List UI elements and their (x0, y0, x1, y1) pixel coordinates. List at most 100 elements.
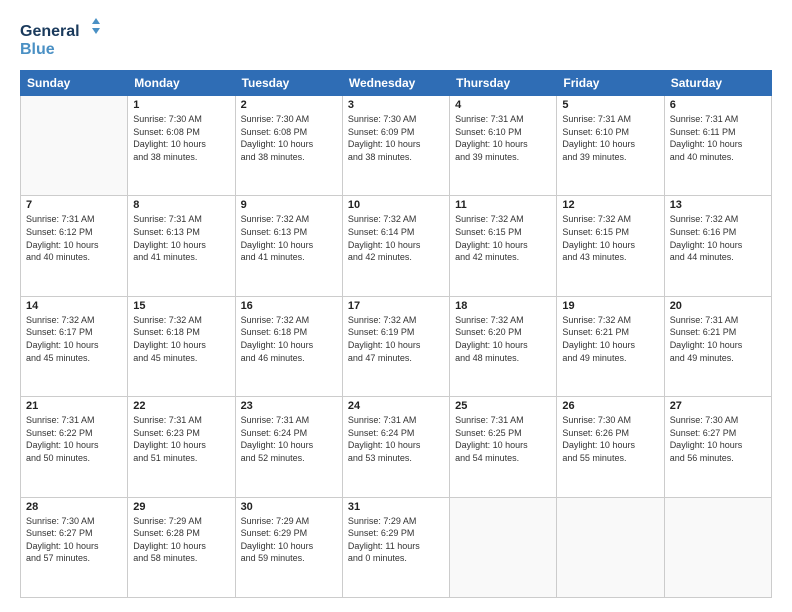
cell-info: Sunrise: 7:31 AM Sunset: 6:21 PM Dayligh… (670, 314, 766, 364)
calendar-cell: 17 Sunrise: 7:32 AM Sunset: 6:19 PM Dayli… (342, 296, 449, 396)
day-number: 10 (348, 199, 444, 211)
cell-info: Sunrise: 7:30 AM Sunset: 6:09 PM Dayligh… (348, 113, 444, 163)
day-number: 4 (455, 99, 551, 111)
cell-info: Sunrise: 7:31 AM Sunset: 6:12 PM Dayligh… (26, 213, 122, 263)
calendar-cell: 3 Sunrise: 7:30 AM Sunset: 6:09 PM Daylig… (342, 96, 449, 196)
header: General Blue (20, 18, 772, 60)
day-number: 6 (670, 99, 766, 111)
cell-info: Sunrise: 7:31 AM Sunset: 6:10 PM Dayligh… (562, 113, 658, 163)
cell-info: Sunrise: 7:32 AM Sunset: 6:15 PM Dayligh… (455, 213, 551, 263)
calendar-cell: 14 Sunrise: 7:32 AM Sunset: 6:17 PM Dayli… (21, 296, 128, 396)
logo-block: General Blue (20, 18, 100, 60)
calendar-cell: 28 Sunrise: 7:30 AM Sunset: 6:27 PM Dayli… (21, 497, 128, 597)
week-row-1: 7 Sunrise: 7:31 AM Sunset: 6:12 PM Daylig… (21, 196, 772, 296)
day-number: 7 (26, 199, 122, 211)
cell-info: Sunrise: 7:32 AM Sunset: 6:20 PM Dayligh… (455, 314, 551, 364)
day-number: 8 (133, 199, 229, 211)
day-number: 5 (562, 99, 658, 111)
cell-info: Sunrise: 7:30 AM Sunset: 6:08 PM Dayligh… (241, 113, 337, 163)
calendar-cell (21, 96, 128, 196)
cell-info: Sunrise: 7:31 AM Sunset: 6:13 PM Dayligh… (133, 213, 229, 263)
calendar-cell: 20Sunrise: 7:31 AM Sunset: 6:21 PM Dayli… (664, 296, 771, 396)
calendar-cell: 26Sunrise: 7:30 AM Sunset: 6:26 PM Dayli… (557, 397, 664, 497)
col-header-monday: Monday (128, 71, 235, 96)
col-header-friday: Friday (557, 71, 664, 96)
day-number: 15 (133, 300, 229, 312)
calendar-cell: 13 Sunrise: 7:32 AM Sunset: 6:16 PM Dayli… (664, 196, 771, 296)
svg-text:Blue: Blue (20, 41, 55, 58)
calendar-cell: 31 Sunrise: 7:29 AM Sunset: 6:29 PM Dayli… (342, 497, 449, 597)
cell-info: Sunrise: 7:32 AM Sunset: 6:14 PM Dayligh… (348, 213, 444, 263)
cell-info: Sunrise: 7:32 AM Sunset: 6:18 PM Dayligh… (241, 314, 337, 364)
cell-info: Sunrise: 7:31 AM Sunset: 6:10 PM Dayligh… (455, 113, 551, 163)
day-number: 18 (455, 300, 551, 312)
calendar-cell: 4 Sunrise: 7:31 AM Sunset: 6:10 PM Daylig… (450, 96, 557, 196)
cell-info: Sunrise: 7:30 AM Sunset: 6:27 PM Dayligh… (26, 515, 122, 565)
calendar-cell: 16 Sunrise: 7:32 AM Sunset: 6:18 PM Dayli… (235, 296, 342, 396)
cell-info: Sunrise: 7:32 AM Sunset: 6:15 PM Dayligh… (562, 213, 658, 263)
day-number: 21 (26, 400, 122, 412)
day-number: 28 (26, 501, 122, 513)
cell-info: Sunrise: 7:31 AM Sunset: 6:22 PM Dayligh… (26, 414, 122, 464)
day-number: 16 (241, 300, 337, 312)
cell-info: Sunrise: 7:31 AM Sunset: 6:11 PM Dayligh… (670, 113, 766, 163)
day-number: 13 (670, 199, 766, 211)
week-row-0: 1Sunrise: 7:30 AM Sunset: 6:08 PM Daylig… (21, 96, 772, 196)
cell-info: Sunrise: 7:30 AM Sunset: 6:27 PM Dayligh… (670, 414, 766, 464)
calendar-cell: 29Sunrise: 7:29 AM Sunset: 6:28 PM Dayli… (128, 497, 235, 597)
cell-info: Sunrise: 7:32 AM Sunset: 6:18 PM Dayligh… (133, 314, 229, 364)
calendar-cell: 21 Sunrise: 7:31 AM Sunset: 6:22 PM Dayli… (21, 397, 128, 497)
day-number: 9 (241, 199, 337, 211)
day-number: 24 (348, 400, 444, 412)
col-header-tuesday: Tuesday (235, 71, 342, 96)
day-number: 23 (241, 400, 337, 412)
day-number: 3 (348, 99, 444, 111)
calendar-cell: 30 Sunrise: 7:29 AM Sunset: 6:29 PM Dayli… (235, 497, 342, 597)
day-number: 12 (562, 199, 658, 211)
calendar-cell: 15 Sunrise: 7:32 AM Sunset: 6:18 PM Dayli… (128, 296, 235, 396)
day-number: 30 (241, 501, 337, 513)
day-number: 11 (455, 199, 551, 211)
svg-text:General: General (20, 23, 80, 40)
cell-info: Sunrise: 7:31 AM Sunset: 6:24 PM Dayligh… (348, 414, 444, 464)
col-header-sunday: Sunday (21, 71, 128, 96)
calendar-cell: 9Sunrise: 7:32 AM Sunset: 6:13 PM Daylig… (235, 196, 342, 296)
day-number: 14 (26, 300, 122, 312)
calendar-cell (664, 497, 771, 597)
cell-info: Sunrise: 7:32 AM Sunset: 6:17 PM Dayligh… (26, 314, 122, 364)
day-number: 25 (455, 400, 551, 412)
calendar-table: SundayMondayTuesdayWednesdayThursdayFrid… (20, 70, 772, 598)
logo-icon: General Blue (20, 18, 100, 60)
calendar-cell: 7 Sunrise: 7:31 AM Sunset: 6:12 PM Daylig… (21, 196, 128, 296)
cell-info: Sunrise: 7:31 AM Sunset: 6:24 PM Dayligh… (241, 414, 337, 464)
cell-info: Sunrise: 7:30 AM Sunset: 6:08 PM Dayligh… (133, 113, 229, 163)
day-number: 31 (348, 501, 444, 513)
day-number: 22 (133, 400, 229, 412)
calendar-cell: 5 Sunrise: 7:31 AM Sunset: 6:10 PM Daylig… (557, 96, 664, 196)
cell-info: Sunrise: 7:31 AM Sunset: 6:25 PM Dayligh… (455, 414, 551, 464)
col-header-thursday: Thursday (450, 71, 557, 96)
logo: General Blue (20, 18, 100, 60)
calendar-cell: 10 Sunrise: 7:32 AM Sunset: 6:14 PM Dayli… (342, 196, 449, 296)
cell-info: Sunrise: 7:30 AM Sunset: 6:26 PM Dayligh… (562, 414, 658, 464)
day-number: 27 (670, 400, 766, 412)
calendar-header-row: SundayMondayTuesdayWednesdayThursdayFrid… (21, 71, 772, 96)
cell-info: Sunrise: 7:29 AM Sunset: 6:29 PM Dayligh… (348, 515, 444, 565)
week-row-4: 28 Sunrise: 7:30 AM Sunset: 6:27 PM Dayli… (21, 497, 772, 597)
calendar-cell: 27 Sunrise: 7:30 AM Sunset: 6:27 PM Dayli… (664, 397, 771, 497)
calendar-cell: 19 Sunrise: 7:32 AM Sunset: 6:21 PM Dayli… (557, 296, 664, 396)
calendar-cell: 12 Sunrise: 7:32 AM Sunset: 6:15 PM Dayli… (557, 196, 664, 296)
day-number: 19 (562, 300, 658, 312)
cell-info: Sunrise: 7:29 AM Sunset: 6:29 PM Dayligh… (241, 515, 337, 565)
cell-info: Sunrise: 7:32 AM Sunset: 6:21 PM Dayligh… (562, 314, 658, 364)
calendar-cell: 24 Sunrise: 7:31 AM Sunset: 6:24 PM Dayli… (342, 397, 449, 497)
cell-info: Sunrise: 7:32 AM Sunset: 6:19 PM Dayligh… (348, 314, 444, 364)
day-number: 2 (241, 99, 337, 111)
calendar-cell: 8 Sunrise: 7:31 AM Sunset: 6:13 PM Daylig… (128, 196, 235, 296)
cell-info: Sunrise: 7:32 AM Sunset: 6:16 PM Dayligh… (670, 213, 766, 263)
calendar-cell: 11 Sunrise: 7:32 AM Sunset: 6:15 PM Dayli… (450, 196, 557, 296)
page: General Blue SundayMondayTuesdayWednesda… (0, 0, 792, 612)
cell-info: Sunrise: 7:29 AM Sunset: 6:28 PM Dayligh… (133, 515, 229, 565)
day-number: 17 (348, 300, 444, 312)
calendar-cell: 2 Sunrise: 7:30 AM Sunset: 6:08 PM Daylig… (235, 96, 342, 196)
